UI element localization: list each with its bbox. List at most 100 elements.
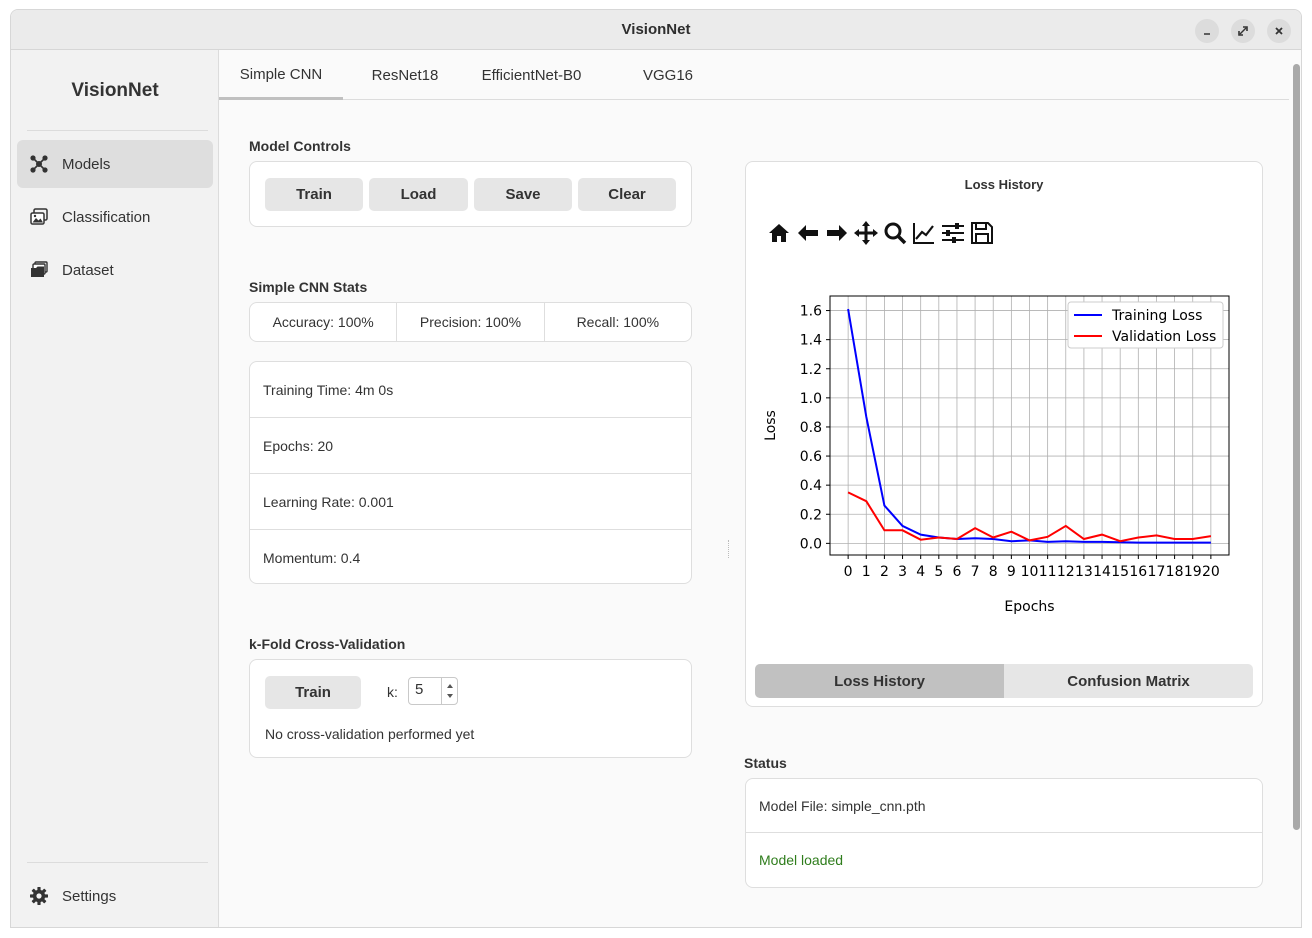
- sidebar-item-models[interactable]: Models: [17, 140, 213, 188]
- x-tick-label: 13: [1075, 564, 1093, 580]
- k-spinbox[interactable]: 5: [408, 677, 458, 705]
- title-bar: VisionNet: [11, 10, 1301, 50]
- configure-subplots-icon[interactable]: [940, 220, 966, 246]
- scrollbar[interactable]: [1293, 64, 1300, 830]
- pan-icon[interactable]: [853, 220, 879, 246]
- learning-rate-row: Learning Rate: 0.001: [250, 474, 691, 530]
- y-tick-label: 0.2: [800, 507, 822, 523]
- close-button[interactable]: [1267, 19, 1291, 43]
- sidebar: VisionNet Models Classification Dataset: [11, 50, 219, 927]
- momentum-row: Momentum: 0.4: [263, 550, 361, 566]
- training-details-list: Training Time: 4m 0s Epochs: 20 Learning…: [249, 361, 692, 584]
- main-panel: Simple CNN ResNet18 EfficientNet-B0 VGG1…: [219, 50, 1301, 927]
- y-tick-label: 0.8: [800, 420, 822, 436]
- model-state-row: Model loaded: [759, 852, 844, 868]
- forward-arrow-icon[interactable]: [824, 220, 850, 246]
- x-tick-label: 7: [971, 564, 980, 580]
- x-tick-label: 16: [1129, 564, 1147, 580]
- home-icon[interactable]: [766, 220, 792, 246]
- y-tick-label: 0.4: [800, 478, 822, 494]
- loss-history-toggle[interactable]: Loss History: [755, 664, 1004, 698]
- images-icon: [28, 206, 50, 228]
- restore-icon: [1238, 26, 1248, 36]
- close-icon: [1275, 27, 1283, 35]
- k-label: k:: [387, 684, 398, 700]
- x-axis-label: Epochs: [1004, 599, 1054, 615]
- x-tick-label: 20: [1202, 564, 1220, 580]
- sidebar-item-classification[interactable]: Classification: [17, 193, 213, 241]
- back-arrow-icon[interactable]: [795, 220, 821, 246]
- sidebar-divider: [27, 130, 208, 131]
- x-tick-label: 4: [916, 564, 925, 580]
- x-tick-label: 0: [844, 564, 853, 580]
- minimize-button[interactable]: [1195, 19, 1219, 43]
- x-tick-label: 17: [1148, 564, 1166, 580]
- x-tick-label: 3: [898, 564, 907, 580]
- y-tick-label: 1.2: [800, 362, 822, 378]
- spin-arrows[interactable]: [441, 678, 457, 704]
- x-tick-label: 5: [934, 564, 943, 580]
- x-tick-label: 1: [862, 564, 871, 580]
- save-button[interactable]: Save: [474, 178, 572, 211]
- plot-panel: Loss History 0 1 2 3 4 5 6 7 8 9 10 11 1…: [745, 161, 1263, 707]
- x-tick-label: 6: [952, 564, 961, 580]
- training-time-row: Training Time: 4m 0s: [250, 362, 691, 418]
- sidebar-item-settings[interactable]: Settings: [17, 872, 213, 920]
- model-controls-title: Model Controls: [249, 138, 351, 154]
- y-tick-label: 1.6: [800, 304, 822, 320]
- models-icon: [28, 153, 50, 175]
- tab-efficientnet-b0[interactable]: EfficientNet-B0: [469, 50, 594, 100]
- x-tick-label: 8: [989, 564, 998, 580]
- legend-label: Training Loss: [1111, 308, 1202, 324]
- maximize-button[interactable]: [1231, 19, 1255, 43]
- edit-axis-icon[interactable]: [911, 220, 937, 246]
- x-tick-label: 15: [1111, 564, 1129, 580]
- sidebar-item-dataset[interactable]: Dataset: [17, 246, 213, 294]
- y-axis-label: Loss: [763, 410, 779, 441]
- model-controls-card: Train Load Save Clear: [249, 161, 692, 227]
- x-tick-label: 18: [1166, 564, 1184, 580]
- save-figure-icon[interactable]: [969, 220, 995, 246]
- legend-label: Validation Loss: [1112, 329, 1216, 345]
- tab-resnet18[interactable]: ResNet18: [359, 50, 451, 100]
- tab-simple-cnn[interactable]: Simple CNN: [219, 50, 343, 100]
- window-title: VisionNet: [621, 21, 691, 38]
- sidebar-item-label: Models: [62, 155, 111, 173]
- y-tick-label: 0.6: [800, 449, 822, 465]
- sidebar-item-label: Dataset: [62, 261, 114, 279]
- splitter-handle[interactable]: [728, 540, 729, 558]
- sidebar-divider: [27, 862, 208, 863]
- app-window: VisionNet VisionNet Models Classificatio…: [10, 9, 1302, 928]
- minimize-icon: [1204, 33, 1210, 35]
- kfold-card: Train k: 5 No cross-validation performed…: [249, 659, 692, 758]
- load-button[interactable]: Load: [369, 178, 468, 211]
- tab-vgg16[interactable]: VGG16: [623, 50, 713, 100]
- y-tick-label: 1.4: [800, 333, 822, 349]
- sidebar-item-label: Settings: [62, 887, 117, 905]
- stats-bar: Accuracy: 100% Precision: 100% Recall: 1…: [249, 302, 692, 342]
- kfold-title: k-Fold Cross-Validation: [249, 636, 406, 652]
- plot-panel-title: Loss History: [964, 177, 1044, 192]
- model-tabs: Simple CNN ResNet18 EfficientNet-B0 VGG1…: [219, 50, 1289, 100]
- spin-arrows-icon: [447, 684, 453, 698]
- x-tick-label: 2: [880, 564, 889, 580]
- folders-icon: [28, 259, 50, 281]
- x-tick-label: 10: [1021, 564, 1039, 580]
- y-tick-label: 1.0: [800, 391, 822, 407]
- k-value: 5: [415, 681, 424, 698]
- precision-stat: Precision: 100%: [397, 303, 545, 341]
- confusion-matrix-toggle[interactable]: Confusion Matrix: [1004, 664, 1253, 698]
- sidebar-item-label: Classification: [62, 208, 151, 226]
- clear-button[interactable]: Clear: [578, 178, 676, 211]
- kfold-train-button[interactable]: Train: [265, 676, 361, 709]
- model-file-row: Model File: simple_cnn.pth: [746, 779, 1262, 833]
- gear-icon: [28, 885, 50, 907]
- zoom-icon[interactable]: [882, 220, 908, 246]
- recall-stat: Recall: 100%: [576, 314, 660, 330]
- accuracy-stat: Accuracy: 100%: [250, 303, 398, 341]
- x-tick-label: 19: [1184, 564, 1202, 580]
- y-tick-label: 0.0: [800, 536, 822, 552]
- x-tick-label: 12: [1057, 564, 1075, 580]
- train-button[interactable]: Train: [265, 178, 363, 211]
- status-card: Model File: simple_cnn.pth Model loaded: [745, 778, 1263, 888]
